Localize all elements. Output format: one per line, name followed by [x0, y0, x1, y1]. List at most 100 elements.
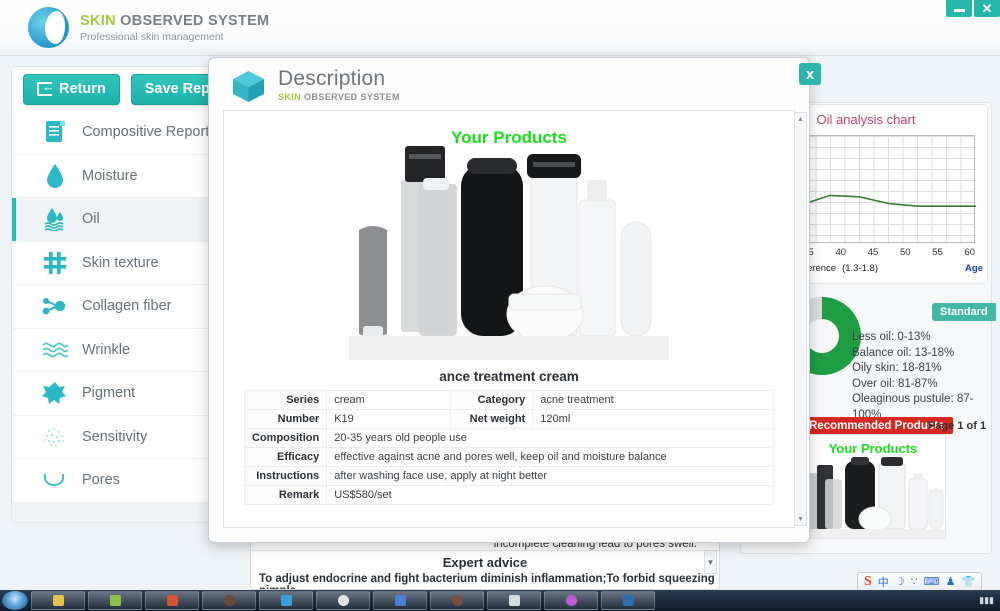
sidebar-item-label: Skin texture: [82, 255, 159, 271]
modal-scrollbar[interactable]: ▲ ▼: [794, 112, 807, 526]
splash-icon: [38, 381, 72, 405]
expert-advice-title: Expert advice: [251, 551, 719, 573]
sidebar-item-oil[interactable]: Oil: [12, 198, 232, 242]
taskbar-item[interactable]: [88, 591, 142, 610]
sidebar-item-label: Sensitivity: [82, 429, 147, 445]
spec-label: Remark: [245, 486, 327, 505]
ime-moon-icon[interactable]: ☽: [895, 575, 905, 588]
sidebar-item-collagen-fiber[interactable]: Collagen fiber: [12, 285, 232, 329]
modal-subtitle: SKIN OBSERVED SYSTEM: [278, 92, 400, 102]
x-tick-label: 40: [835, 247, 846, 258]
sidebar-item-label: Moisture: [82, 168, 138, 184]
sidebar-item-compositive-report[interactable]: Compositive Report: [12, 111, 232, 155]
ime-keyboard-icon[interactable]: ⌨: [924, 575, 940, 588]
taskbar-item[interactable]: [145, 591, 199, 610]
oil-scale-line: Oily skin: 18-81%: [852, 361, 1000, 377]
modal-close-button[interactable]: x: [799, 63, 821, 85]
spec-value: 20-35 years old people use: [327, 429, 774, 448]
taskbar-icon: [110, 595, 121, 606]
face-logo-icon: [28, 7, 69, 48]
advice-scrollbar-down-arrow[interactable]: ▼: [704, 550, 717, 574]
recommended-products-caption: Your Products: [801, 441, 945, 456]
legend-age-label: Age: [965, 263, 983, 274]
spec-value: 120ml: [533, 410, 774, 429]
product-image: Your Products: [349, 118, 669, 360]
modal-scroll-down-arrow[interactable]: ▼: [795, 513, 806, 525]
taskbar-icon: [623, 595, 634, 606]
spec-value: effective against acne and pores well, k…: [327, 448, 774, 467]
sidebar-item-label: Pigment: [82, 385, 135, 401]
product-name: ance treatment cream: [224, 369, 794, 384]
spec-label: Efficacy: [245, 448, 327, 467]
minimize-button[interactable]: [946, 0, 972, 17]
standard-badge: Standard: [932, 303, 996, 321]
oil-scale-line: Over oil: 81-87%: [852, 377, 1000, 393]
sidebar-item-pores[interactable]: Pores: [12, 459, 232, 503]
spec-value: cream: [327, 391, 451, 410]
taskbar-item[interactable]: [487, 591, 541, 610]
system-tray[interactable]: ▮▮▮: [979, 595, 1000, 606]
sidebar-item-sensitivity[interactable]: Sensitivity: [12, 416, 232, 460]
sidebar-menu: Compositive Report Moisture Oil Skin textur…: [12, 111, 232, 503]
taskbar-item[interactable]: [316, 591, 370, 610]
spec-value: US$580/set: [327, 486, 774, 505]
modal-subtitle-rest: OBSERVED SYSTEM: [301, 92, 400, 102]
taskbar-item[interactable]: [544, 591, 598, 610]
os-taskbar: ▮▮▮: [0, 590, 1000, 611]
cube-icon: [231, 69, 266, 104]
speckle-icon: [38, 425, 72, 449]
oil-scale-line: Balance oil: 13-18%: [852, 346, 1000, 362]
taskbar-icon: [167, 595, 178, 606]
molecule-icon: [38, 295, 72, 317]
oil-scale-legend: Less oil: 0-13%Balance oil: 13-18%Oily s…: [852, 330, 1000, 423]
sidebar-item-pigment[interactable]: Pigment: [12, 372, 232, 416]
sidebar-item-skin-texture[interactable]: Skin texture: [12, 242, 232, 286]
start-button[interactable]: [2, 591, 28, 610]
ime-language-icon[interactable]: 中: [878, 574, 889, 590]
taskbar-icon: [338, 595, 349, 606]
taskbar-item[interactable]: [373, 591, 427, 610]
legend-reference-range: (1.3-1.8): [842, 263, 878, 274]
sidebar-item-label: Compositive Report: [82, 124, 209, 140]
sidebar-item-wrinkle[interactable]: Wrinkle: [12, 329, 232, 373]
return-arrow-icon: [37, 82, 52, 96]
modal-subtitle-skin: SKIN: [278, 92, 301, 102]
taskbar-icon: [53, 595, 64, 606]
spec-value: K19: [327, 410, 451, 429]
page-indicator: Page 1 of 1: [928, 420, 986, 432]
ime-person-icon[interactable]: ♟: [946, 575, 956, 588]
hash-grid-icon: [38, 251, 72, 275]
close-window-button[interactable]: ✕: [974, 0, 1000, 17]
return-button[interactable]: Return: [23, 74, 120, 105]
taskbar-item[interactable]: [31, 591, 85, 610]
droplet-icon: [38, 163, 72, 189]
ime-punctuation-icon[interactable]: ∵: [911, 575, 918, 588]
taskbar-icon: [509, 595, 520, 606]
taskbar-item[interactable]: [601, 591, 655, 610]
ime-shirt-icon[interactable]: 👕: [961, 575, 975, 588]
sidebar-item-label: Collagen fiber: [82, 298, 171, 314]
spec-label: Number: [245, 410, 327, 429]
sogou-logo-icon[interactable]: S: [864, 574, 872, 590]
taskbar-item[interactable]: [202, 591, 256, 610]
spec-label: Series: [245, 391, 327, 410]
sidebar-item-label: Wrinkle: [82, 342, 130, 358]
taskbar-icon: [452, 595, 463, 606]
ime-toolbar[interactable]: S 中 ☽ ∵ ⌨ ♟ 👕: [857, 572, 982, 591]
spec-label: Composition: [245, 429, 327, 448]
spec-row: Composition20-35 years old people use: [245, 429, 774, 448]
recommended-products-image[interactable]: Your Products: [800, 434, 946, 539]
oil-droplet-icon: [38, 207, 72, 231]
return-button-label: Return: [59, 81, 106, 97]
taskbar-item[interactable]: [259, 591, 313, 610]
taskbar-item[interactable]: [430, 591, 484, 610]
document-icon: [38, 120, 72, 144]
x-tick-label: 60: [964, 247, 975, 258]
app-title: SKIN OBSERVED SYSTEM: [80, 13, 269, 29]
modal-body: Your Products: [223, 110, 795, 528]
sidebar-item-moisture[interactable]: Moisture: [12, 155, 232, 199]
modal-scroll-up-arrow[interactable]: ▲: [795, 113, 806, 125]
modal-title: Description: [278, 67, 400, 91]
spec-row: Efficacyeffective against acne and pores…: [245, 448, 774, 467]
app-logo: SKIN OBSERVED SYSTEM Professional skin m…: [28, 7, 269, 48]
